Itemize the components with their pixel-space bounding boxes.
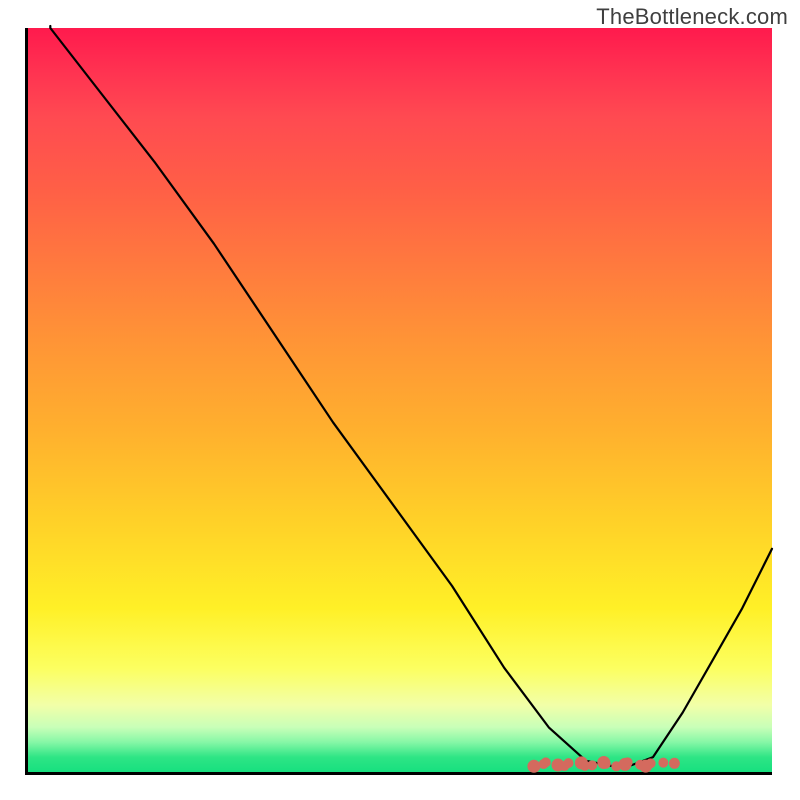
bottleneck-curve (50, 26, 772, 768)
x-axis-line (28, 772, 772, 775)
watermark-text: TheBottleneck.com (596, 4, 788, 30)
optimal-zone-dots (527, 756, 679, 773)
chart-overlay-svg (28, 28, 772, 772)
